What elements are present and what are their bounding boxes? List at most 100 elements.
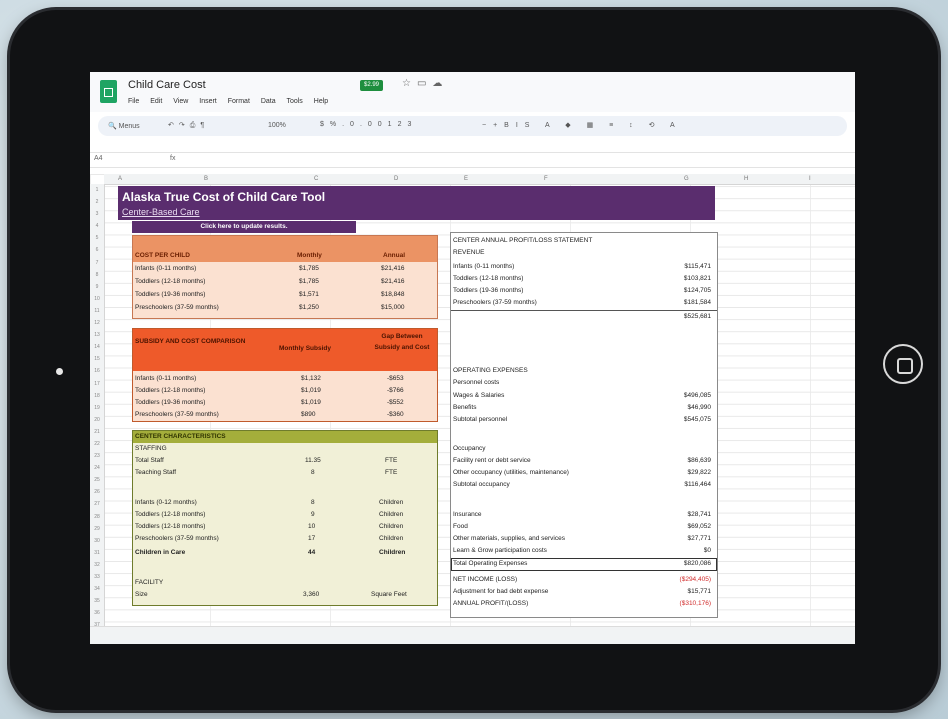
table-row[interactable]: Insurance $28,741 — [451, 509, 717, 521]
menu-tools[interactable]: Tools — [286, 98, 302, 105]
table-row[interactable]: Infants (0-12 months) 8 Children — [133, 497, 437, 509]
star-icon[interactable]: ☆ — [402, 78, 417, 89]
table-row[interactable]: Children in Care 44 Children — [133, 547, 437, 559]
table-row[interactable]: Teaching Staff 8 FTE — [133, 467, 437, 479]
table-row[interactable]: Facility rent or debt service $86,639 — [451, 455, 717, 467]
row-number[interactable]: 12 — [90, 317, 104, 329]
table-row[interactable]: Wages & Salaries $496,085 — [451, 390, 717, 402]
table-row[interactable]: Toddlers (19-36 months) $124,705 — [451, 285, 717, 297]
row-number[interactable]: 23 — [90, 450, 104, 462]
table-row[interactable]: Preschoolers (37-59 months) $181,584 — [451, 297, 717, 309]
row-number[interactable]: 13 — [90, 329, 104, 341]
table-row[interactable]: Infants (0-11 months) $1,785 $21,416 — [133, 263, 437, 275]
home-button[interactable] — [883, 344, 923, 384]
col-e[interactable]: E — [464, 176, 468, 182]
table-row[interactable]: $525,681 — [451, 311, 717, 323]
row-number[interactable]: 9 — [90, 281, 104, 293]
table-row[interactable]: Infants (0-11 months) $115,471 — [451, 261, 717, 273]
table-row[interactable]: Adjustment for bad debt expense $15,771 — [451, 586, 717, 598]
search-menus[interactable]: 🔍 Menus — [108, 122, 140, 130]
table-row[interactable]: Food $69,052 — [451, 521, 717, 533]
row-number[interactable]: 14 — [90, 341, 104, 353]
row-number[interactable]: 36 — [90, 607, 104, 619]
table-row[interactable]: Preschoolers (37-59 months) 17 Children — [133, 533, 437, 545]
zoom-select[interactable]: 100% — [268, 122, 286, 129]
document-title[interactable]: Child Care Cost — [128, 79, 206, 91]
table-row[interactable]: Other occupancy (utilities, maintenance)… — [451, 467, 717, 479]
row-number[interactable]: 19 — [90, 402, 104, 414]
row-number[interactable]: 15 — [90, 353, 104, 365]
menu-format[interactable]: Format — [228, 98, 250, 105]
col-g[interactable]: G — [684, 176, 689, 182]
format-icons[interactable]: $%.0.00123 — [320, 121, 417, 128]
table-row[interactable]: Toddlers (19-36 months) $1,019 -$552 — [133, 397, 437, 409]
table-row[interactable]: Toddlers (12-18 months) 9 Children — [133, 509, 437, 521]
row-number[interactable]: 3 — [90, 208, 104, 220]
row-number[interactable]: 20 — [90, 414, 104, 426]
cloud-icon[interactable]: ☁ — [432, 78, 448, 89]
row-number[interactable]: 7 — [90, 257, 104, 269]
col-h[interactable]: H — [744, 176, 748, 182]
row-number[interactable]: 4 — [90, 220, 104, 232]
menu-view[interactable]: View — [173, 98, 188, 105]
table-row[interactable]: Other materials, supplies, and services $… — [451, 533, 717, 545]
menu-file[interactable]: File — [128, 98, 139, 105]
row-number[interactable]: 30 — [90, 535, 104, 547]
row-number[interactable]: 29 — [90, 523, 104, 535]
row-number[interactable]: 28 — [90, 511, 104, 523]
row-number[interactable]: 17 — [90, 378, 104, 390]
row-number[interactable]: 10 — [90, 293, 104, 305]
row-number[interactable]: 21 — [90, 426, 104, 438]
col-b[interactable]: B — [204, 176, 208, 182]
col-c[interactable]: C — [314, 176, 318, 182]
table-row[interactable]: Toddlers (12-18 months) 10 Children — [133, 521, 437, 533]
row-number[interactable]: 8 — [90, 269, 104, 281]
row-number[interactable]: 24 — [90, 462, 104, 474]
row-number[interactable]: 31 — [90, 547, 104, 559]
row-number[interactable]: 33 — [90, 571, 104, 583]
row-number[interactable]: 11 — [90, 305, 104, 317]
menu-edit[interactable]: Edit — [150, 98, 162, 105]
row-number[interactable]: 18 — [90, 390, 104, 402]
table-row[interactable]: Toddlers (19-36 months) $1,571 $18,848 — [133, 289, 437, 301]
menu-insert[interactable]: Insert — [199, 98, 217, 105]
status-badge[interactable]: $2.99 — [360, 80, 384, 91]
table-row[interactable]: Toddlers (12-18 months) $103,821 — [451, 273, 717, 285]
table-row[interactable]: Total Staff 11.35 FTE — [133, 455, 437, 467]
row-number[interactable]: 35 — [90, 595, 104, 607]
row-number[interactable]: 6 — [90, 244, 104, 256]
undo-redo-print-icons[interactable]: ↶↷⎙¶ — [168, 121, 209, 130]
row-number[interactable]: 27 — [90, 498, 104, 510]
sheet-subtitle[interactable]: Center-Based Care — [122, 207, 200, 217]
col-a[interactable]: A — [118, 176, 122, 182]
table-row[interactable]: Infants (0-11 months) $1,132 -$653 — [133, 373, 437, 385]
table-row[interactable]: Benefits $46,990 — [451, 402, 717, 414]
row-number[interactable]: 5 — [90, 232, 104, 244]
row-number[interactable]: 32 — [90, 559, 104, 571]
name-box[interactable]: A4 — [94, 155, 134, 162]
menu-data[interactable]: Data — [261, 98, 276, 105]
row-number[interactable]: 26 — [90, 486, 104, 498]
table-row[interactable]: Preschoolers (37-59 months) $1,250 $15,000 — [133, 302, 437, 314]
row-number[interactable]: 22 — [90, 438, 104, 450]
table-row[interactable]: Total Operating Expenses $820,086 — [451, 558, 717, 570]
row-number[interactable]: 25 — [90, 474, 104, 486]
col-i[interactable]: I — [809, 176, 811, 182]
sheet-tab-bar[interactable] — [90, 626, 855, 644]
table-row[interactable]: Subtotal personnel $545,075 — [451, 414, 717, 426]
table-row[interactable]: Toddlers (12-18 months) $1,785 $21,416 — [133, 276, 437, 288]
table-row[interactable]: Size 3,360 Square Feet — [133, 589, 437, 601]
col-f[interactable]: F — [544, 176, 548, 182]
table-row[interactable]: Learn & Grow participation costs $0 — [451, 545, 717, 557]
folder-icon[interactable]: ▭ — [417, 78, 432, 89]
text-format-icons[interactable]: −+BIS A ◆ ▦ ≡ ↕ ⟲ A — [482, 121, 682, 129]
sheets-logo-icon[interactable] — [100, 80, 117, 103]
row-number[interactable]: 1 — [90, 184, 104, 196]
col-d[interactable]: D — [394, 176, 398, 182]
update-results-button[interactable]: Click here to update results. — [132, 221, 356, 233]
table-row[interactable]: Preschoolers (37-59 months) $890 -$360 — [133, 409, 437, 421]
table-row[interactable]: NET INCOME (LOSS) ($294,405) — [451, 574, 717, 586]
menu-help[interactable]: Help — [314, 98, 328, 105]
table-row[interactable]: Toddlers (12-18 months) $1,019 -$766 — [133, 385, 437, 397]
table-row[interactable]: Subtotal occupancy $116,464 — [451, 479, 717, 491]
